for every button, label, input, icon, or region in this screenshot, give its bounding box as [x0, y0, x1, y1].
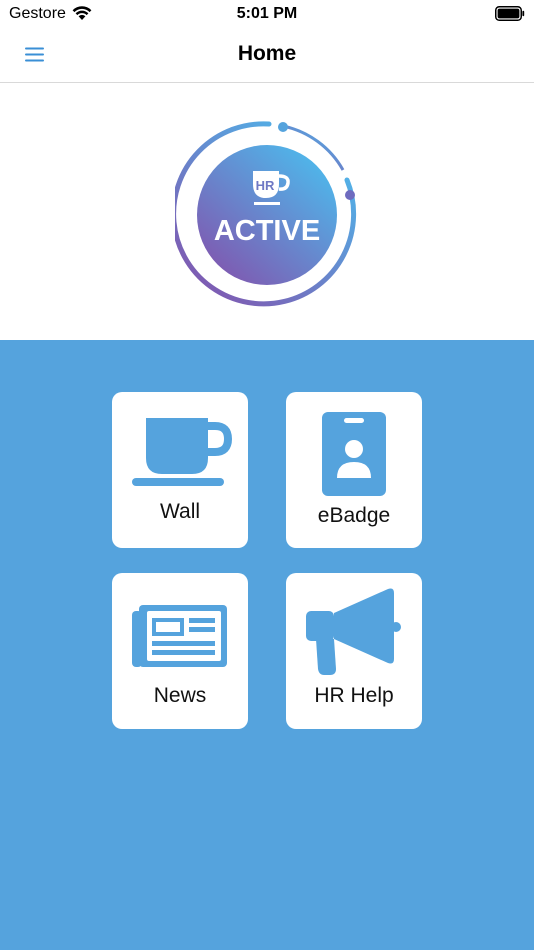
coffee-cup-icon [132, 418, 233, 486]
news-label: News [153, 684, 207, 707]
ebadge-label: eBadge [317, 504, 391, 527]
navigation-bar: Home [0, 28, 534, 83]
hr-help-tile[interactable]: HR Help [286, 573, 422, 729]
main-area: Wall eBadge News HR Help [0, 340, 534, 950]
page-title: Home [237, 42, 297, 65]
battery-icon [495, 6, 525, 21]
id-badge-icon [322, 412, 386, 496]
hr-active-logo: HR ACTIVE [175, 121, 357, 307]
megaphone-icon [306, 588, 401, 675]
hr-help-label: HR Help [314, 684, 394, 707]
status-time: 5:01 PM [236, 5, 298, 22]
wall-label: Wall [159, 500, 201, 523]
news-tile[interactable]: News [112, 573, 248, 729]
wall-tile[interactable]: Wall [112, 392, 248, 548]
ebadge-tile[interactable]: eBadge [286, 392, 422, 548]
logo-hr-text: HR [256, 178, 275, 193]
newspaper-icon [132, 605, 227, 667]
logo-active-text: ACTIVE [214, 215, 320, 247]
status-bar: Gestore 5:01 PM [0, 0, 534, 28]
logo-area: HR ACTIVE [0, 83, 534, 340]
